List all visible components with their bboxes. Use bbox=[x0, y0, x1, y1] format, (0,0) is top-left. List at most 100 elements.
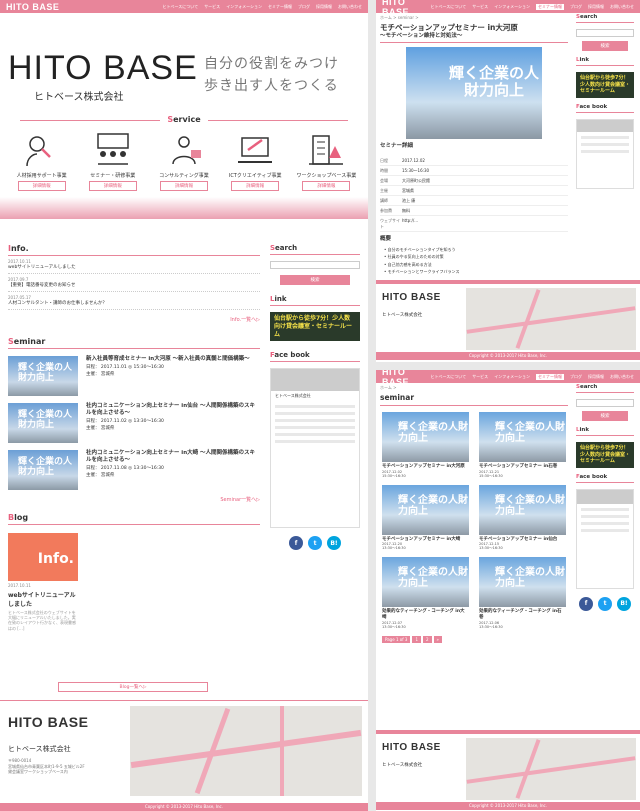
seminar-card[interactable]: 輝く企業の人財力向上 モチベーションアップセミナー in大崎 2017.12.20 1… bbox=[382, 484, 469, 552]
service-detail-button[interactable]: 詳細情報 bbox=[88, 181, 137, 191]
rental-room-banner[interactable]: 仙台駅から徒歩7分！少人数向け貸会議室・セミナールーム bbox=[576, 442, 634, 468]
info-item[interactable]: 2017.10.11 webサイトリニューアルしました bbox=[8, 256, 260, 274]
nav-item[interactable]: インフォメーション bbox=[226, 4, 262, 10]
service-list: 人材採用サポート事業 詳細情報 セミナー・研修事業 詳細情報 コンサルティング事業 詳細情… bbox=[0, 124, 368, 191]
footer-logo[interactable]: HITO BASE bbox=[382, 292, 441, 303]
seminar-thumbnail[interactable]: 輝く企業の人財力向上 bbox=[8, 356, 78, 396]
seminar-title[interactable]: 社内コミュニケーション向上セミナー in仙台 〜人間関係構築のスキルを向上させる… bbox=[86, 403, 260, 417]
footer-logo[interactable]: HITO BASE bbox=[8, 714, 88, 730]
footer-map[interactable] bbox=[466, 738, 636, 800]
search-button[interactable]: 検索 bbox=[280, 275, 350, 285]
nav-item[interactable]: 採用情報 bbox=[588, 374, 604, 380]
seminar-card-title[interactable]: モチベーションアップセミナー in大河原 bbox=[382, 464, 469, 470]
seminar-card-image[interactable]: 輝く企業の人財力向上 bbox=[382, 557, 469, 608]
nav-item[interactable]: セミナー情報 bbox=[536, 373, 564, 380]
search-button[interactable]: 検索 bbox=[582, 41, 628, 51]
service-item: コンサルティング事業 詳細情報 bbox=[151, 132, 217, 191]
service-detail-button[interactable]: 詳細情報 bbox=[17, 181, 66, 191]
search-input[interactable] bbox=[576, 29, 634, 37]
blog-more-link[interactable]: Blog一覧へ▷ bbox=[58, 682, 208, 692]
facebook-page-name[interactable]: ヒトベース株式会社 bbox=[271, 391, 359, 401]
hero-gradient bbox=[0, 197, 368, 219]
footer-map[interactable] bbox=[130, 706, 362, 796]
seminar-card[interactable]: 輝く企業の人財力向上 モチベーションアップセミナー in石巻 2017.12.21 1… bbox=[479, 411, 566, 479]
nav-item[interactable]: インフォメーション bbox=[494, 4, 530, 10]
rental-room-banner[interactable]: 仙台駅から徒歩7分！少人数向け貸会議室・セミナールーム bbox=[576, 72, 634, 98]
seminar-card-title[interactable]: 効果的なティーチング・コーチング in石巻 bbox=[479, 609, 566, 621]
service-item: セミナー・研修事業 詳細情報 bbox=[80, 132, 146, 191]
nav-item[interactable]: サービス bbox=[472, 374, 488, 380]
info-item[interactable]: 2017.09.7 【重要】電話番号変更のお知らせ bbox=[8, 274, 260, 292]
nav-item[interactable]: お問い合わせ bbox=[610, 4, 634, 10]
detail-value[interactable]: http://... bbox=[402, 218, 418, 230]
page-link[interactable]: 1 bbox=[412, 636, 421, 644]
rental-room-banner[interactable]: 仙台駅から徒歩7分！少人数向け貸会議室・セミナールーム bbox=[270, 312, 360, 342]
twitter-share-icon[interactable]: t bbox=[598, 596, 612, 611]
service-detail-button[interactable]: 詳細情報 bbox=[159, 181, 208, 191]
nav-item[interactable]: 採用情報 bbox=[588, 4, 604, 10]
nav-item[interactable]: ヒトベースについて bbox=[431, 4, 467, 10]
seminar-item[interactable]: 輝く企業の人財力向上 社内コミュニケーション向上セミナー in大崎 〜人間関係構築… bbox=[8, 450, 260, 490]
facebook-widget[interactable] bbox=[576, 488, 634, 589]
page-link[interactable]: » bbox=[433, 636, 442, 644]
seminar-thumbnail[interactable]: 輝く企業の人財力向上 bbox=[8, 403, 78, 443]
blog-post-title[interactable]: webサイトリニューアルしました bbox=[8, 590, 78, 608]
service-detail-button[interactable]: 詳細情報 bbox=[302, 181, 351, 191]
nav-item[interactable]: ヒトベースについて bbox=[163, 4, 199, 10]
seminar-title[interactable]: 社内コミュニケーション向上セミナー in大崎 〜人間関係構築のスキルを向上させる… bbox=[86, 450, 260, 464]
seminar-item[interactable]: 輝く企業の人財力向上 新入社員等育成セミナー in大河原 〜新入社員の真髄と間価構… bbox=[8, 356, 260, 396]
facebook-share-icon[interactable]: f bbox=[579, 596, 593, 611]
info-text[interactable]: 人材コンサルタント・講師のお仕事しませんか？ bbox=[8, 300, 260, 306]
header-logo[interactable]: HITO BASE bbox=[6, 2, 59, 12]
footer-map[interactable] bbox=[466, 288, 636, 350]
page-link[interactable]: 2 bbox=[423, 636, 432, 644]
info-text[interactable]: 【重要】電話番号変更のお知らせ bbox=[8, 282, 260, 288]
nav-item[interactable]: ブログ bbox=[570, 4, 582, 10]
detail-value: 池上 康 bbox=[402, 197, 416, 203]
facebook-widget[interactable]: ヒトベース株式会社 bbox=[270, 368, 360, 529]
seminar-card-title[interactable]: モチベーションアップセミナー in石巻 bbox=[479, 464, 566, 470]
facebook-share-icon[interactable]: f bbox=[289, 536, 303, 551]
seminar-more-link[interactable]: Seminar一覧へ▷ bbox=[8, 496, 260, 503]
hatena-bookmark-icon[interactable]: B! bbox=[617, 596, 631, 611]
nav-item[interactable]: ブログ bbox=[298, 4, 310, 10]
nav-item[interactable]: お問い合わせ bbox=[610, 374, 634, 380]
info-item[interactable]: 2017.05.17 人材コンサルタント・講師のお仕事しませんか？ bbox=[8, 292, 260, 310]
service-detail-button[interactable]: 詳細情報 bbox=[231, 181, 280, 191]
hatena-bookmark-icon[interactable]: B! bbox=[327, 536, 341, 551]
seminar-card[interactable]: 輝く企業の人財力向上 効果的なティーチング・コーチング in大崎 2017.12.0… bbox=[382, 557, 469, 630]
twitter-share-icon[interactable]: t bbox=[308, 536, 322, 551]
seminar-card-image[interactable]: 輝く企業の人財力向上 bbox=[479, 484, 566, 535]
seminar-card-image[interactable]: 輝く企業の人財力向上 bbox=[382, 484, 469, 535]
info-more-link[interactable]: Info.一覧へ▷ bbox=[8, 316, 260, 323]
seminar-title[interactable]: 新入社員等育成セミナー in大河原 〜新入社員の真髄と間価構築〜 bbox=[86, 356, 250, 363]
seminar-thumbnail[interactable]: 輝く企業の人財力向上 bbox=[8, 450, 78, 490]
nav-item[interactable]: ブログ bbox=[570, 374, 582, 380]
search-input[interactable] bbox=[576, 399, 634, 407]
search-input[interactable] bbox=[270, 261, 360, 269]
search-button[interactable]: 検索 bbox=[582, 411, 628, 421]
card-image-text: 輝く企業の人財力向上 bbox=[495, 421, 565, 444]
seminar-card-image[interactable]: 輝く企業の人財力向上 bbox=[382, 411, 469, 462]
footer-logo[interactable]: HITO BASE bbox=[382, 742, 441, 753]
seminar-card-title[interactable]: 効果的なティーチング・コーチング in大崎 bbox=[382, 609, 469, 621]
nav-item[interactable]: セミナー情報 bbox=[268, 4, 292, 10]
blog-card[interactable]: Info. 2017.10.11 webサイトリニューアルしました ヒトベース株… bbox=[8, 533, 78, 631]
seminar-card-image[interactable]: 輝く企業の人財力向上 bbox=[479, 411, 566, 462]
nav-item[interactable]: ヒトベースについて bbox=[431, 374, 467, 380]
nav-item[interactable]: セミナー情報 bbox=[536, 3, 564, 10]
nav-item[interactable]: サービス bbox=[472, 4, 488, 10]
seminar-card[interactable]: 輝く企業の人財力向上 効果的なティーチング・コーチング in石巻 2017.12.0… bbox=[479, 557, 566, 630]
seminar-card[interactable]: 輝く企業の人財力向上 モチベーションアップセミナー in仙台 2017.12.15 1… bbox=[479, 484, 566, 552]
facebook-widget[interactable] bbox=[576, 118, 634, 189]
nav-item[interactable]: インフォメーション bbox=[494, 374, 530, 380]
seminar-card[interactable]: 輝く企業の人財力向上 モチベーションアップセミナー in大河原 2017.12.02… bbox=[382, 411, 469, 479]
nav-item[interactable]: お問い合わせ bbox=[338, 4, 362, 10]
nav-item[interactable]: 採用情報 bbox=[316, 4, 332, 10]
blog-image: Info. bbox=[8, 533, 78, 581]
seminar-item[interactable]: 輝く企業の人財力向上 社内コミュニケーション向上セミナー in仙台 〜人間関係構築… bbox=[8, 403, 260, 443]
info-text[interactable]: webサイトリニューアルしました bbox=[8, 264, 260, 270]
facebook-title: Face book bbox=[270, 351, 360, 363]
seminar-card-image[interactable]: 輝く企業の人財力向上 bbox=[479, 557, 566, 608]
nav-item[interactable]: サービス bbox=[204, 4, 220, 10]
